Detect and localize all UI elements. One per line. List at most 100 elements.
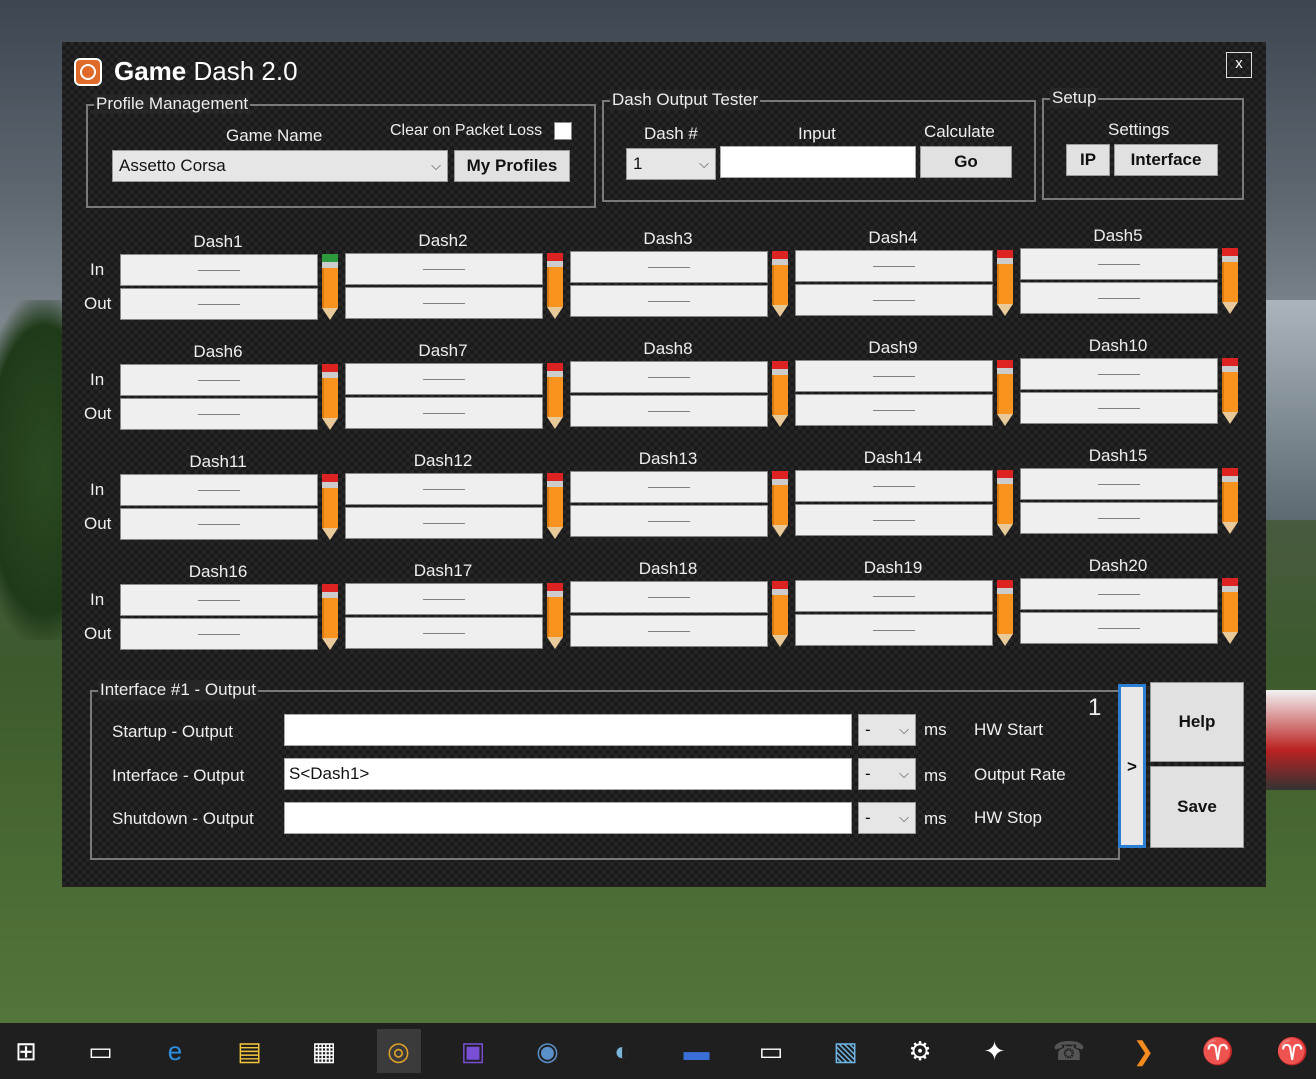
dash-out-value[interactable]: ———: [795, 283, 993, 316]
dash-in-value[interactable]: ———: [795, 359, 993, 392]
robot-app-icon[interactable]: ✦: [973, 1029, 1017, 1073]
edit-pencil-icon[interactable]: [322, 474, 338, 540]
dash-in-value[interactable]: ———: [570, 471, 768, 503]
dash-in-value[interactable]: ———: [570, 581, 768, 613]
hw-stop-ms-select[interactable]: - ⌵: [858, 802, 916, 834]
edit-pencil-icon[interactable]: [997, 579, 1013, 646]
my-profiles-button[interactable]: My Profiles: [454, 150, 570, 182]
dash-out-value[interactable]: ———: [795, 503, 993, 536]
dash-in-value[interactable]: ———: [120, 474, 318, 506]
next-interface-button[interactable]: >: [1118, 684, 1146, 848]
dash-out-value[interactable]: ———: [345, 506, 543, 539]
store-icon[interactable]: ▦: [302, 1029, 346, 1073]
interface-button[interactable]: Interface: [1114, 144, 1218, 176]
close-button[interactable]: x: [1226, 52, 1252, 78]
dash-out-value[interactable]: ———: [570, 395, 768, 427]
chrome-icon[interactable]: ◎: [376, 1029, 421, 1073]
edit-pencil-icon[interactable]: [547, 252, 563, 319]
file-explorer-icon[interactable]: ▤: [228, 1029, 272, 1073]
joystick-icon[interactable]: ♈: [1196, 1029, 1240, 1073]
cpu-app-icon[interactable]: ▣: [451, 1029, 495, 1073]
dash-out-value[interactable]: ———: [120, 398, 318, 430]
edit-pencil-icon[interactable]: [772, 581, 788, 647]
dash-in-value[interactable]: ———: [795, 469, 993, 502]
edit-pencil-icon[interactable]: [547, 362, 563, 429]
dash-in-value[interactable]: ———: [1020, 468, 1218, 500]
edit-pencil-icon[interactable]: [1222, 248, 1238, 314]
dash-out-value[interactable]: ———: [1020, 282, 1218, 314]
oculus-icon[interactable]: ▭: [749, 1029, 793, 1073]
dash-out-value[interactable]: ———: [570, 615, 768, 647]
startup-output-field[interactable]: [284, 714, 852, 746]
dash-in-value[interactable]: ———: [345, 582, 543, 615]
edit-pencil-icon[interactable]: [997, 249, 1013, 316]
edit-pencil-icon[interactable]: [1222, 358, 1238, 424]
dash-in-value[interactable]: ———: [1020, 358, 1218, 390]
edit-pencil-icon[interactable]: [1222, 578, 1238, 644]
edit-pencil-icon[interactable]: [997, 469, 1013, 536]
shutdown-output-field[interactable]: [284, 802, 852, 834]
dash-cell-20: Dash20 ——— ———: [1020, 556, 1242, 648]
dash-cell-14: Dash14 ——— ———: [795, 448, 1017, 540]
dash-in-value[interactable]: ———: [1020, 578, 1218, 610]
output-rate-ms-select[interactable]: - ⌵: [858, 758, 916, 790]
dash-in-value[interactable]: ———: [570, 361, 768, 393]
help-button[interactable]: Help: [1150, 682, 1244, 762]
steam-icon[interactable]: ◉: [526, 1029, 570, 1073]
edit-pencil-icon[interactable]: [772, 471, 788, 537]
game-select[interactable]: Assetto Corsa ⌵: [112, 150, 448, 182]
task-view-icon[interactable]: ▭: [79, 1029, 123, 1073]
edit-pencil-icon[interactable]: [322, 254, 338, 320]
dash-out-value[interactable]: ———: [570, 285, 768, 317]
edit-pencil-icon[interactable]: [547, 472, 563, 539]
go-button[interactable]: Go: [920, 146, 1012, 178]
dash-in-value[interactable]: ———: [795, 249, 993, 282]
dash-in-value[interactable]: ———: [345, 362, 543, 395]
edit-pencil-icon[interactable]: [1222, 468, 1238, 534]
dash-in-value[interactable]: ———: [795, 579, 993, 612]
hw-start-ms-select[interactable]: - ⌵: [858, 714, 916, 746]
dash-cell-3: Dash3 ——— ———: [570, 229, 792, 321]
dash-in-value[interactable]: ———: [120, 254, 318, 286]
edit-pencil-icon[interactable]: [772, 361, 788, 427]
dash-out-value[interactable]: ———: [120, 508, 318, 540]
dash-in-value[interactable]: ———: [345, 252, 543, 285]
dash-cell-7: Dash7 ——— ———: [345, 341, 567, 433]
dash-out-value[interactable]: ———: [345, 616, 543, 649]
dash-out-value[interactable]: ———: [1020, 392, 1218, 424]
dash-number-select[interactable]: 1 ⌵: [626, 148, 716, 180]
windows-start-icon[interactable]: ⊞: [4, 1029, 48, 1073]
dash-out-value[interactable]: ———: [345, 286, 543, 319]
dash-out-value[interactable]: ———: [795, 613, 993, 646]
teamspeak-icon[interactable]: ◐: [600, 1029, 644, 1073]
dash-in-value[interactable]: ———: [570, 251, 768, 283]
arrow-app-icon[interactable]: ❯: [1122, 1029, 1166, 1073]
dash-out-value[interactable]: ———: [1020, 612, 1218, 644]
dash-out-value[interactable]: ———: [120, 618, 318, 650]
dash-out-value[interactable]: ———: [1020, 502, 1218, 534]
dash-out-value[interactable]: ———: [795, 393, 993, 426]
car-app-icon[interactable]: ▬: [675, 1029, 719, 1073]
sim-racing-icon[interactable]: ⚙: [898, 1029, 942, 1073]
phone-icon[interactable]: ☎: [1047, 1029, 1091, 1073]
edit-pencil-icon[interactable]: [547, 582, 563, 649]
tester-input-field[interactable]: [720, 146, 916, 178]
dash-in-value[interactable]: ———: [120, 364, 318, 396]
edit-pencil-icon[interactable]: [772, 251, 788, 317]
ip-button[interactable]: IP: [1066, 144, 1110, 176]
save-button[interactable]: Save: [1150, 766, 1244, 848]
joystick-2-icon[interactable]: ♈: [1271, 1029, 1315, 1073]
clear-on-packet-loss-checkbox[interactable]: [554, 122, 572, 140]
edit-pencil-icon[interactable]: [322, 364, 338, 430]
dash-out-value[interactable]: ———: [570, 505, 768, 537]
interface-output-field[interactable]: S<Dash1>: [284, 758, 852, 790]
edit-pencil-icon[interactable]: [997, 359, 1013, 426]
dash-in-value[interactable]: ———: [120, 584, 318, 616]
edge-icon[interactable]: e: [153, 1029, 197, 1073]
settings-app-icon[interactable]: ▧: [824, 1029, 868, 1073]
dash-out-value[interactable]: ———: [120, 288, 318, 320]
edit-pencil-icon[interactable]: [322, 584, 338, 650]
dash-in-value[interactable]: ———: [345, 472, 543, 505]
dash-in-value[interactable]: ———: [1020, 248, 1218, 280]
dash-out-value[interactable]: ———: [345, 396, 543, 429]
